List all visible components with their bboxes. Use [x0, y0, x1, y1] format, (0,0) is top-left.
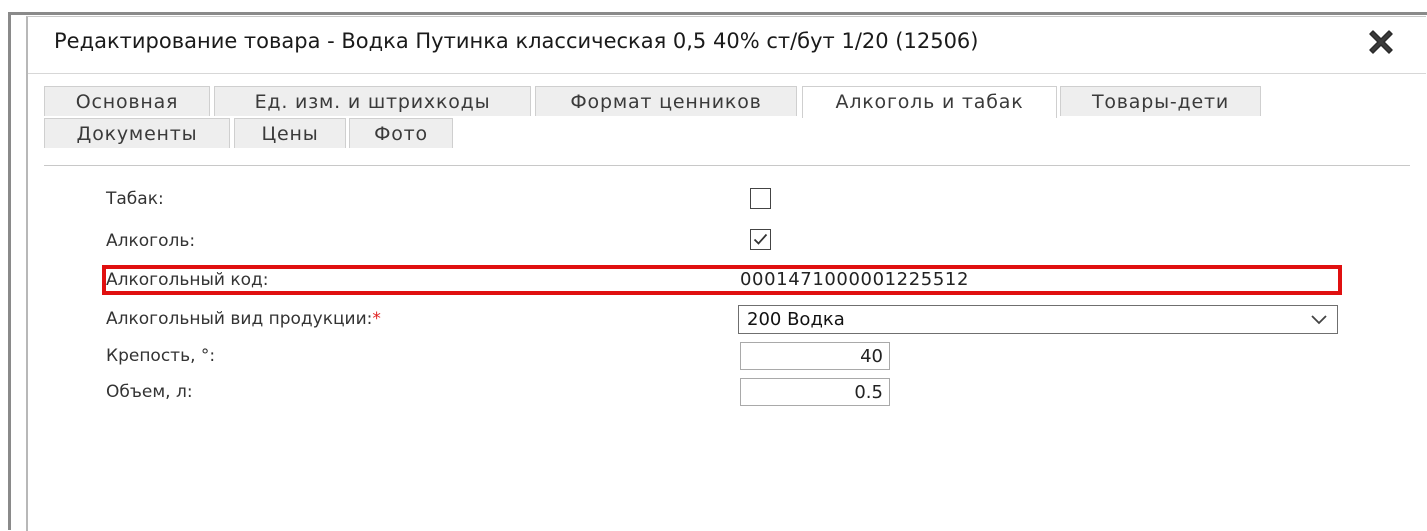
tab-label: Товары-дети [1091, 91, 1230, 113]
tab-label: Алкоголь и табак [835, 91, 1024, 113]
tab-prices[interactable]: Цены [234, 118, 346, 148]
checkmark-icon [753, 233, 768, 245]
tab-documents[interactable]: Документы [44, 118, 230, 148]
tab-label: Цены [261, 123, 319, 145]
tab-label: Документы [76, 123, 198, 145]
tab-label: Ед. изм. и штрихкоды [254, 91, 491, 113]
close-x-icon[interactable] [1364, 25, 1398, 59]
tab-alcohol-tobacco[interactable]: Алкоголь и табак [802, 86, 1057, 118]
tab-units-barcodes[interactable]: Ед. изм. и штрихкоды [214, 86, 531, 116]
tab-photo[interactable]: Фото [349, 118, 453, 148]
alcohol-code-highlight [102, 265, 1342, 295]
tabs-baseline [44, 165, 1410, 166]
edit-product-dialog: Редактирование товара - Водка Путинка кл… [26, 16, 1426, 531]
tobacco-checkbox[interactable] [750, 188, 771, 209]
alcohol-code-label: Алкогольный код: [106, 270, 269, 290]
product-type-label: Алкогольный вид продукции:* [106, 309, 381, 329]
tobacco-label: Табак: [106, 189, 164, 209]
volume-label: Объем, л: [106, 382, 193, 402]
tab-osnovnaya[interactable]: Основная [44, 86, 210, 116]
alcohol-checkbox[interactable] [750, 229, 771, 250]
background-window-edge-left [8, 14, 11, 530]
product-type-select[interactable]: 200 Водка [738, 305, 1338, 334]
screen: Редактирование товара - Водка Путинка кл… [0, 0, 1427, 531]
product-type-label-text: Алкогольный вид продукции: [106, 309, 373, 329]
titlebar-divider [28, 73, 1426, 74]
chevron-down-icon [1311, 315, 1327, 325]
tab-label: Основная [75, 91, 179, 113]
required-mark: * [372, 309, 381, 329]
volume-input[interactable] [740, 378, 890, 406]
dialog-title: Редактирование товара - Водка Путинка кл… [54, 29, 979, 53]
alcohol-label: Алкоголь: [106, 231, 196, 251]
alcohol-code-value[interactable]: 0001471000001225512 [740, 269, 969, 290]
strength-label: Крепость, °: [106, 346, 216, 366]
tab-label: Фото [374, 123, 428, 145]
dialog-titlebar: Редактирование товара - Водка Путинка кл… [28, 17, 1426, 71]
product-type-value: 200 Водка [747, 309, 845, 330]
background-window-edge [8, 12, 1427, 15]
strength-input[interactable] [740, 342, 890, 370]
tab-child-products[interactable]: Товары-дети [1060, 86, 1261, 116]
tab-price-tag-format[interactable]: Формат ценников [535, 86, 797, 116]
tab-label: Формат ценников [570, 91, 762, 113]
